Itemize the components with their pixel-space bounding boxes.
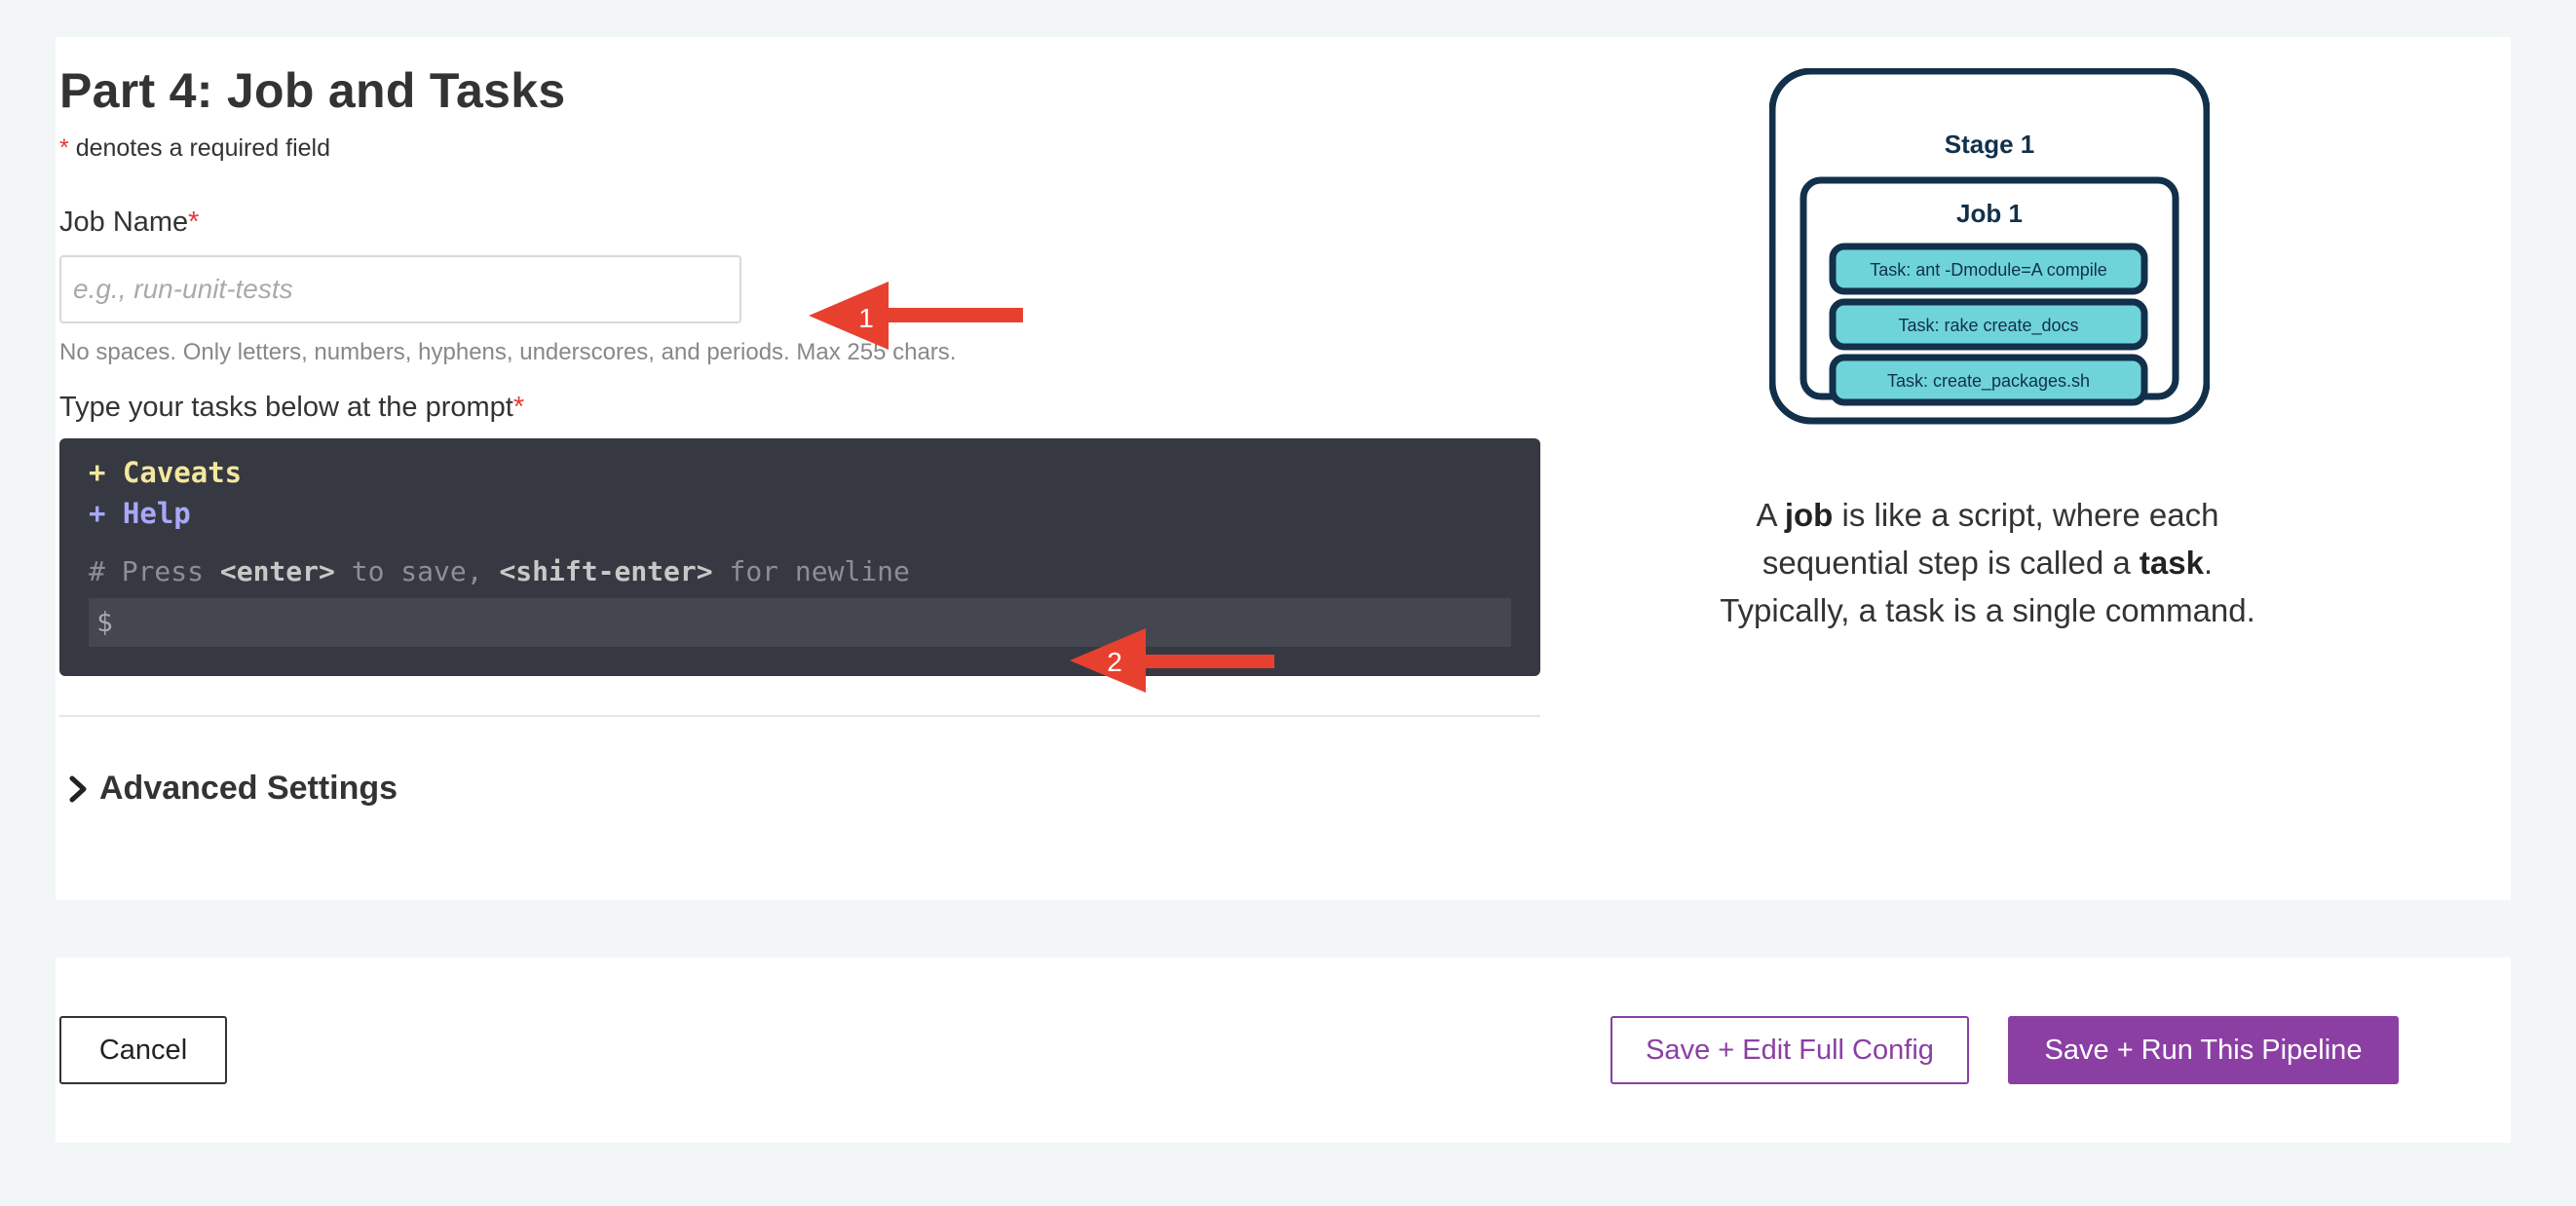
- comment-prefix: # Press: [89, 555, 220, 587]
- task-prompt-input[interactable]: $: [89, 598, 1511, 647]
- save-edit-full-config-button[interactable]: Save + Edit Full Config: [1610, 1016, 1969, 1084]
- stage-job-task-diagram: Stage 1 Job 1 Task: ant -Dmodule=A compi…: [1769, 68, 2210, 425]
- terminal-instruction: # Press <enter> to save, <shift-enter> f…: [89, 555, 910, 587]
- annotation-arrow-1: 1: [809, 282, 1023, 350]
- caveats-toggle[interactable]: + Caveats: [89, 456, 242, 489]
- explain-job-word: job: [1784, 497, 1834, 533]
- diagram-task-2: Task: rake create_docs: [1898, 316, 2078, 336]
- job-name-label: Job Name*: [59, 207, 199, 239]
- required-note: * denotes a required field: [59, 134, 330, 163]
- task-terminal[interactable]: + Caveats + Help # Press <enter> to save…: [59, 438, 1540, 676]
- annotation-label-1: 1: [858, 303, 874, 333]
- tasks-label-text: Type your tasks below at the prompt: [59, 392, 513, 423]
- diagram-job-label: Job 1: [1956, 199, 2023, 228]
- tasks-label: Type your tasks below at the prompt*: [59, 392, 524, 424]
- divider: [59, 715, 1540, 717]
- required-asterisk: *: [59, 134, 69, 162]
- diagram-task-1: Task: ant -Dmodule=A compile: [1870, 260, 2107, 280]
- shift-enter-key-hint: <shift-enter>: [499, 555, 713, 587]
- annotation-arrow-2: 2: [1070, 628, 1274, 693]
- chevron-right-icon: [69, 775, 87, 802]
- required-note-text: denotes a required field: [75, 134, 330, 162]
- cancel-button[interactable]: Cancel: [59, 1016, 227, 1084]
- required-asterisk: *: [512, 392, 525, 423]
- save-run-pipeline-button[interactable]: Save + Run This Pipeline: [2008, 1016, 2399, 1084]
- diagram-task-3: Task: create_packages.sh: [1887, 371, 2090, 392]
- job-explanation: A job is like a script, where each seque…: [1715, 491, 2260, 634]
- enter-key-hint: <enter>: [219, 555, 335, 587]
- explain-task-word: task: [2139, 545, 2204, 581]
- annotation-label-2: 2: [1107, 647, 1122, 677]
- advanced-settings-toggle[interactable]: Advanced Settings: [66, 770, 398, 808]
- job-name-label-text: Job Name: [59, 207, 189, 238]
- job-name-input[interactable]: [59, 255, 741, 323]
- page-title: Part 4: Job and Tasks: [59, 63, 566, 118]
- comment-mid: to save,: [334, 555, 500, 587]
- help-toggle[interactable]: + Help: [89, 497, 191, 530]
- comment-suffix: for newline: [712, 555, 910, 587]
- advanced-settings-label: Advanced Settings: [99, 770, 398, 807]
- explain-part-1: A: [1756, 497, 1785, 533]
- required-asterisk: *: [188, 207, 200, 238]
- prompt-sign: $: [96, 606, 113, 638]
- diagram-stage-label: Stage 1: [1945, 130, 2035, 159]
